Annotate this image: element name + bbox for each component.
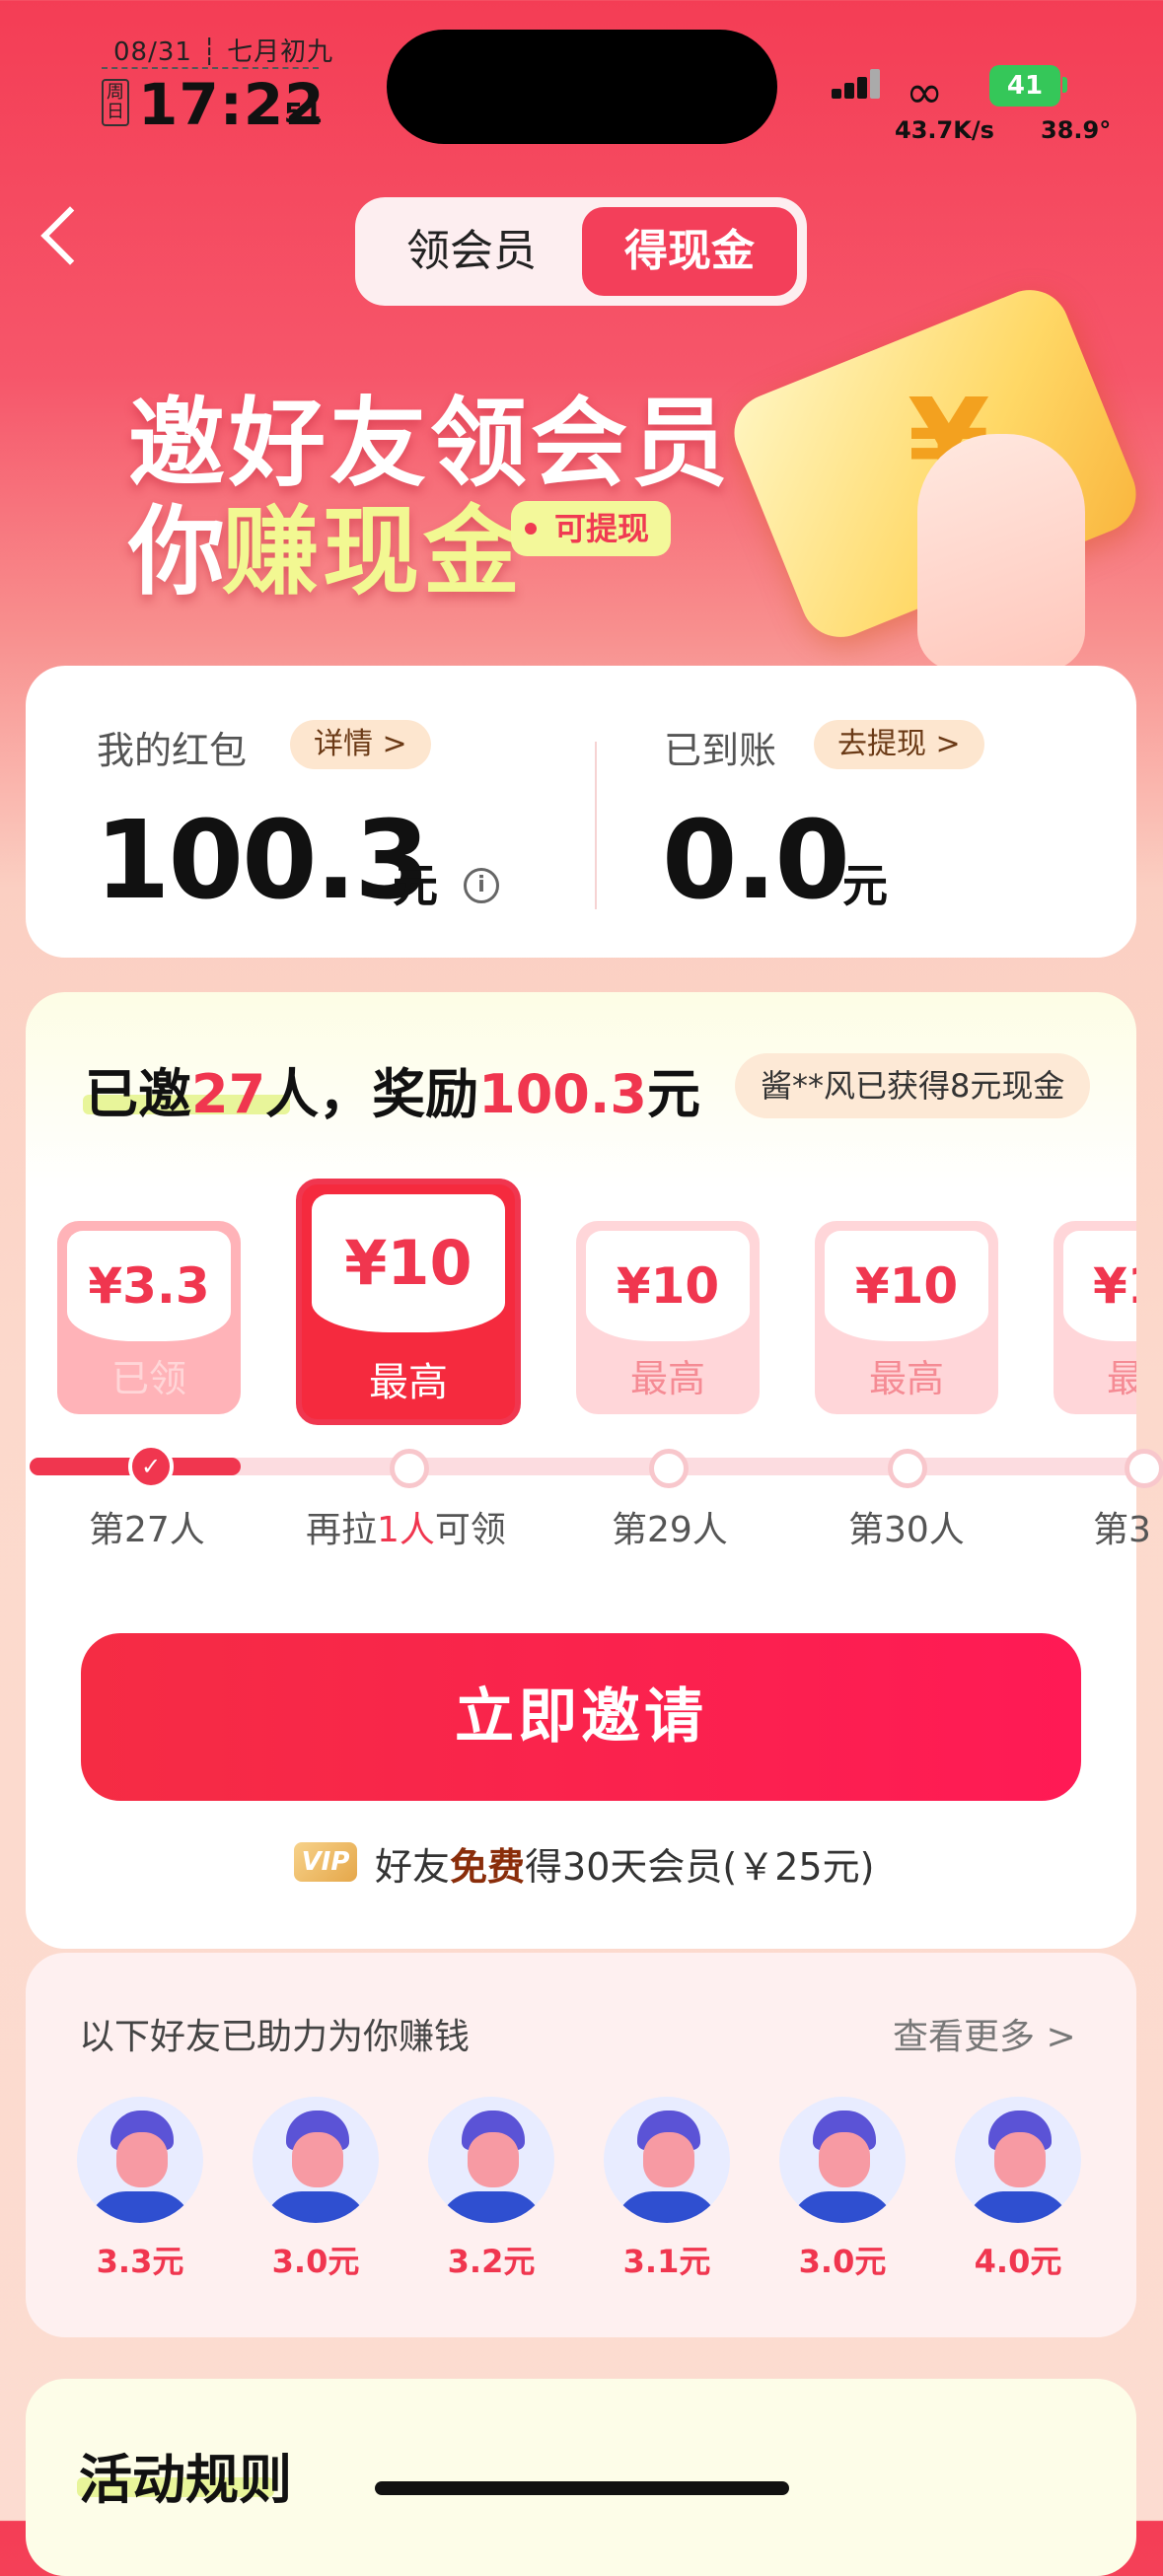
reward-packet: ¥10 最高 — [815, 1221, 998, 1414]
avatar[interactable] — [77, 2097, 203, 2223]
step-label: 第30人 — [848, 1510, 965, 1550]
info-icon[interactable]: i — [464, 868, 499, 903]
redpacket-label: 我的红包 — [97, 729, 248, 772]
status-divider — [102, 67, 319, 69]
friend-amount: 4.0元 — [974, 2243, 1062, 2280]
battery-icon: 41 — [989, 65, 1060, 107]
friends-title: 以下好友已助力为你赚钱 — [79, 2017, 471, 2057]
vip-benefit-note: 好友免费得30天会员(￥25元) — [375, 1845, 875, 1889]
avatar[interactable] — [253, 2097, 379, 2223]
view-more-link[interactable]: 查看更多 > — [893, 2008, 1076, 2059]
progress-node — [649, 1449, 689, 1488]
step-label-next: 再拉1人可领 — [306, 1510, 506, 1550]
step-label: 第27人 — [89, 1510, 205, 1550]
friend-amount: 3.1元 — [622, 2243, 711, 2280]
tag-dot — [525, 523, 537, 535]
progress-node — [1125, 1449, 1163, 1488]
hero-subline-highlight: 赚现金 — [222, 496, 525, 608]
reward-packet: ¥10 最 — [1054, 1221, 1136, 1414]
avatar[interactable] — [779, 2097, 906, 2223]
status-seconds: 51 — [284, 97, 323, 129]
reward-packet-claimed: ¥3.3 已领 — [57, 1221, 241, 1414]
reward-packet-next[interactable]: ¥10 最高 — [296, 1179, 521, 1425]
temperature-readout: 38.9° — [1041, 116, 1112, 144]
avatar[interactable] — [955, 2097, 1081, 2223]
friend-amount: 3.0元 — [798, 2243, 887, 2280]
invited-count: 27 — [191, 1063, 266, 1125]
battery-tip — [1062, 77, 1067, 93]
friend-amount: 3.2元 — [447, 2243, 536, 2280]
reward-total: 100.3 — [478, 1063, 647, 1125]
check-icon: ✓ — [128, 1444, 174, 1489]
invite-summary: 已邀27人，奖励100.3元 — [85, 1063, 700, 1125]
reward-notice-marquee: 酱**风已获得8元现金 — [735, 1053, 1091, 1118]
step-label: 第29人 — [612, 1510, 728, 1550]
status-weekday: 周日 — [102, 79, 129, 126]
step-label: 第3 — [1093, 1510, 1151, 1550]
received-amount: 0.0 — [662, 797, 850, 923]
withdraw-button[interactable]: 去提现 > — [814, 720, 984, 769]
tab-membership[interactable]: 领会员 — [375, 207, 568, 296]
friend-amount: 3.0元 — [271, 2243, 360, 2280]
tab-cash[interactable]: 得现金 — [582, 207, 797, 296]
vip-badge-icon: VIP — [294, 1842, 357, 1882]
status-date: 08/31 ┆ 七月初九 — [113, 37, 334, 67]
reward-packet: ¥10 最高 — [576, 1221, 760, 1414]
hand-illustration — [917, 434, 1085, 671]
avatar[interactable] — [604, 2097, 730, 2223]
progress-node — [390, 1449, 429, 1488]
network-speed: 43.7K/s — [895, 116, 994, 144]
wallet-divider — [595, 742, 597, 909]
home-indicator[interactable] — [375, 2481, 789, 2495]
received-unit: 元 — [842, 859, 888, 912]
invite-now-button[interactable]: 立即邀请 — [81, 1633, 1081, 1801]
avatar[interactable] — [428, 2097, 554, 2223]
received-label: 已到账 — [664, 729, 777, 772]
friend-amount: 3.3元 — [96, 2243, 184, 2280]
progress-node — [888, 1449, 927, 1488]
hotspot-link-icon: ∞ — [906, 65, 944, 118]
hero-subline-prefix: 你 — [128, 496, 230, 608]
rules-title: 活动规则 — [79, 2449, 292, 2511]
redpacket-unit: 元 — [393, 859, 438, 912]
redpacket-amount: 100.3 — [95, 797, 430, 923]
signal-icon — [832, 69, 883, 99]
dynamic-island — [387, 30, 777, 144]
back-chevron-icon[interactable] — [40, 206, 100, 265]
redpacket-details-button[interactable]: 详情 > — [290, 720, 431, 769]
